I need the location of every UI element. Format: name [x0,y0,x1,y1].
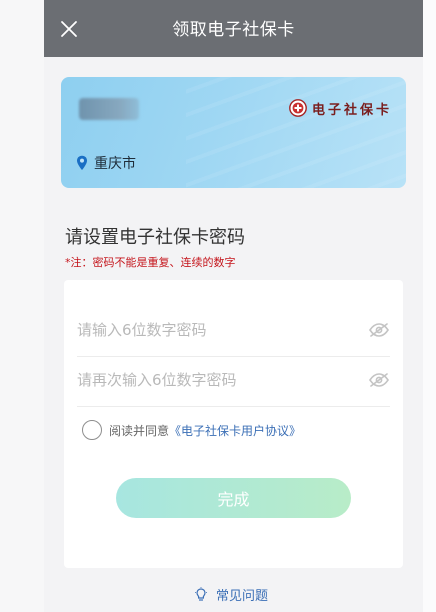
agreement-text: 阅读并同意 [109,423,170,438]
password-input[interactable] [77,306,357,354]
background-right [423,0,436,612]
card-brand-text: 电子社保卡 [311,102,392,118]
card-pattern [186,77,406,188]
city-label: 重庆市 [94,156,136,172]
agreement-checkbox[interactable] [82,420,102,440]
eye-hidden-icon[interactable] [368,372,390,388]
confirm-password-field [77,356,390,407]
section-title: 请设置电子社保卡密码 [65,227,245,248]
agreement-row: 阅读并同意 《电子社保卡用户协议》 [82,420,301,440]
faq-link[interactable]: 常见问题 [194,585,268,604]
password-form: 阅读并同意 《电子社保卡用户协议》 完成 [64,280,403,568]
masked-name [79,98,139,120]
password-rule-note: *注：密码不能是重复、连续的数字 [65,256,236,269]
app-panel: 领取电子社保卡 电子社保卡 重庆市 请设置电子社保卡密码 *注：密码不能是重复、… [44,0,423,612]
social-security-card: 电子社保卡 重庆市 [61,77,406,188]
social-security-logo-icon [289,99,307,117]
submit-button[interactable]: 完成 [116,478,351,518]
eye-hidden-icon[interactable] [368,322,390,338]
faq-label[interactable]: 常见问题 [216,585,268,604]
page-title: 领取电子社保卡 [172,20,295,40]
lightbulb-icon [195,586,207,601]
card-brand: 电子社保卡 [289,97,392,119]
confirm-password-input[interactable] [77,356,357,404]
password-field [77,306,390,357]
location-pin-icon [77,155,87,170]
background-left [0,0,44,612]
header-bar: 领取电子社保卡 [44,0,423,57]
card-city: 重庆市 [76,153,136,173]
agreement-link[interactable]: 《电子社保卡用户协议》 [169,422,301,439]
